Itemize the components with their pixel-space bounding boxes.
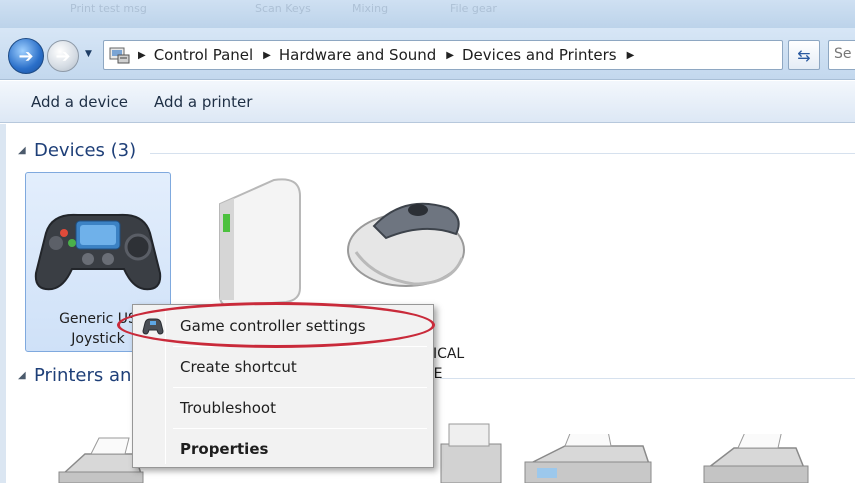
menu-ghost-3: Mixing [352,2,389,15]
control-panel-icon [109,47,130,64]
back-arrow-icon: ➔ [18,45,34,67]
refresh-icon: ⇆ [797,45,811,65]
breadcrumb-devices-and-printers[interactable]: Devices and Printers [462,46,617,64]
navigation-bar: ➔ ➔ ▼ ▶ Control Panel ▶ Hardware and Sou… [0,28,855,80]
history-dropdown-icon[interactable]: ▼ [85,49,92,59]
search-placeholder: Se [834,46,852,62]
breadcrumb-separator-icon[interactable]: ▶ [138,50,146,61]
back-button[interactable]: ➔ [8,38,44,74]
gamepad-icon [34,213,162,291]
breadcrumb-hardware-and-sound[interactable]: Hardware and Sound [279,46,436,64]
printers-group-header[interactable]: ◢ Printers an [18,365,131,386]
command-bar: Add a device Add a printer [0,81,855,123]
printer-icon[interactable] [700,434,810,483]
menu-ghost-4: File gear [450,2,497,15]
group-divider [440,378,855,379]
menu-item-create-shortcut[interactable]: Create shortcut [136,349,430,385]
menu-item-label: Troubleshoot [180,399,276,417]
printer-icon[interactable] [435,414,505,483]
menu-separator [173,387,427,388]
address-bar[interactable]: ▶ Control Panel ▶ Hardware and Sound ▶ D… [103,40,783,70]
breadcrumb-separator-icon[interactable]: ▶ [446,50,454,61]
menu-item-troubleshoot[interactable]: Troubleshoot [136,390,430,426]
menu-ghost-2: Scan Keys [255,2,311,15]
add-device-button[interactable]: Add a device [18,87,141,117]
group-divider [150,153,855,154]
forward-button[interactable]: ➔ [47,40,79,72]
menu-item-label: Create shortcut [180,358,297,376]
devices-group-title: Devices (3) [34,140,137,161]
refresh-button[interactable]: ⇆ [788,40,820,70]
breadcrumb-control-panel[interactable]: Control Panel [154,46,253,64]
breadcrumb: ▶ Control Panel ▶ Hardware and Sound ▶ D… [134,41,642,69]
mouse-icon [347,202,465,287]
menu-item-label: Properties [180,440,269,458]
collapse-triangle-icon[interactable]: ◢ [18,370,34,381]
menu-item-properties[interactable]: Properties [136,431,430,467]
external-drive-icon [219,178,301,308]
highlight-annotation [117,302,435,348]
add-printer-button[interactable]: Add a printer [141,87,265,117]
forward-arrow-icon: ➔ [55,45,71,67]
breadcrumb-separator-icon[interactable]: ▶ [263,50,271,61]
search-input[interactable]: Se [828,40,855,70]
window-title-strip: Print test msg Scan Keys Mixing File gea… [0,0,855,28]
content-left-edge [0,124,6,483]
devices-group-header[interactable]: ◢ Devices (3) [18,140,136,161]
fax-icon[interactable] [515,434,655,483]
menu-ghost-1: Print test msg [70,2,147,15]
printers-group-title: Printers an [34,365,132,386]
breadcrumb-separator-icon[interactable]: ▶ [627,50,635,61]
collapse-triangle-icon[interactable]: ◢ [18,145,34,156]
menu-separator [173,428,427,429]
